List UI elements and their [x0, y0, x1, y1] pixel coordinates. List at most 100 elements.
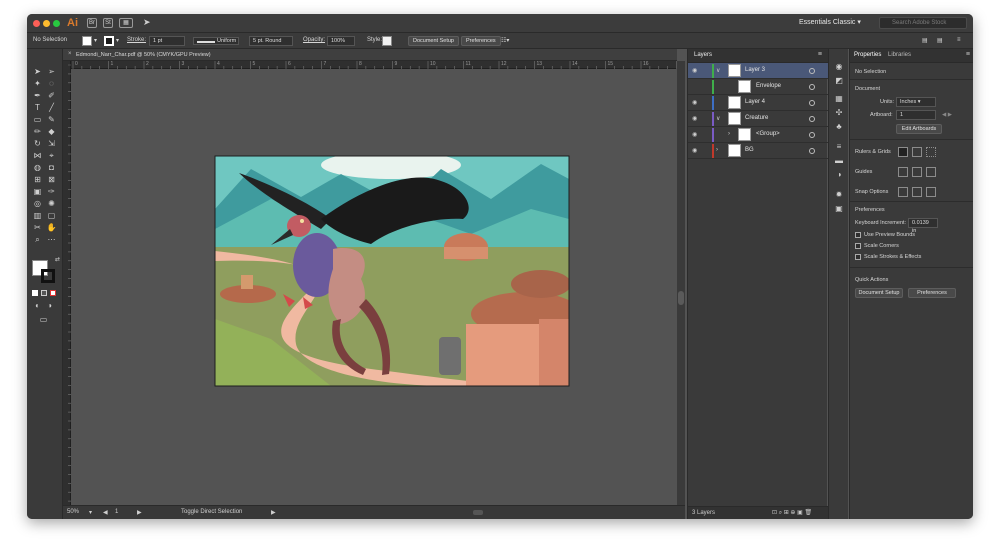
stock-icon[interactable]: St: [103, 18, 113, 28]
previous-artboard-icon[interactable]: ◀: [103, 509, 108, 516]
minimize-window-button[interactable]: [43, 20, 50, 27]
close-tab-icon[interactable]: ×: [68, 51, 72, 57]
canvas-area[interactable]: [71, 69, 677, 505]
edit-artboards-button[interactable]: Edit Artboards: [896, 124, 942, 134]
vertical-scrollbar[interactable]: [677, 61, 685, 505]
width-tool-icon[interactable]: ⋈: [32, 151, 43, 161]
send-icon[interactable]: ➤: [143, 17, 151, 28]
visibility-eye-icon[interactable]: ◉: [692, 67, 697, 74]
hand-tool-icon[interactable]: ✋: [46, 223, 57, 233]
arrange-icon[interactable]: ▤: [922, 37, 928, 44]
free-transform-tool-icon[interactable]: ⌖: [46, 151, 57, 161]
color-guide-icon[interactable]: ◩: [834, 77, 844, 85]
visibility-eye-icon[interactable]: ◉: [692, 115, 697, 122]
expand-chevron-icon[interactable]: ∨: [716, 67, 720, 74]
expand-chevron-icon[interactable]: ∨: [716, 115, 720, 122]
artboard-nav-icons[interactable]: ◀ ▶: [942, 112, 952, 118]
stock-search-input[interactable]: Search Adobe Stock: [879, 17, 967, 29]
lasso-tool-icon[interactable]: ◌: [46, 79, 57, 89]
rulers-icon[interactable]: [898, 147, 908, 157]
type-tool-icon[interactable]: T: [32, 103, 43, 113]
color-mode-icon[interactable]: [32, 290, 38, 296]
shape-builder-tool-icon[interactable]: ◍: [32, 163, 43, 173]
selection-tool-icon[interactable]: ➤: [32, 67, 43, 77]
edit-toolbar-icon[interactable]: ⋯: [46, 235, 57, 245]
document-tab[interactable]: × Edmondi_Narr_Char.pdf @ 50% (CMYK/GPU …: [63, 49, 677, 61]
artboard[interactable]: [71, 69, 677, 505]
artboard-tool-icon[interactable]: ▢: [46, 211, 57, 221]
next-artboard-icon[interactable]: ▶: [137, 509, 142, 516]
fill-dropdown-icon[interactable]: ▾: [94, 37, 97, 44]
visibility-eye-icon[interactable]: ◉: [692, 131, 697, 138]
layer-name[interactable]: Creature: [745, 115, 768, 121]
properties-menu-icon[interactable]: ≡: [966, 51, 970, 58]
layers-tab[interactable]: Layers: [694, 52, 712, 58]
target-circle-icon[interactable]: [809, 68, 815, 74]
rectangle-tool-icon[interactable]: ▭: [32, 115, 43, 125]
eyedropper-tool-icon[interactable]: ✑: [46, 187, 57, 197]
appearance-icon[interactable]: ✹: [834, 191, 844, 199]
variable-width-profile[interactable]: Uniform: [193, 37, 239, 45]
units-select[interactable]: Inches ▾: [896, 97, 936, 107]
transparency-icon[interactable]: ◑: [834, 171, 844, 179]
rotate-tool-icon[interactable]: ↻: [32, 139, 43, 149]
show-guides-icon[interactable]: [898, 167, 908, 177]
zoom-level[interactable]: 50%: [67, 509, 79, 515]
transparency-grid-icon[interactable]: [926, 147, 936, 157]
scale-corners-checkbox[interactable]: [855, 243, 861, 249]
control-menu-icon[interactable]: ≡: [957, 37, 961, 43]
snap-point-icon[interactable]: [898, 187, 908, 197]
paintbrush-tool-icon[interactable]: ✎: [46, 115, 57, 125]
stroke-swatch[interactable]: [104, 36, 114, 46]
status-menu-icon[interactable]: ▶: [271, 509, 276, 516]
blend-tool-icon[interactable]: ◎: [32, 199, 43, 209]
layer-name[interactable]: Layer 4: [745, 99, 765, 105]
keyboard-increment-field[interactable]: 0.0139 in: [908, 218, 938, 234]
none-mode-icon[interactable]: [50, 290, 56, 296]
graphic-styles-icon[interactable]: ▣: [834, 205, 844, 213]
opacity-label[interactable]: Opacity:: [303, 37, 325, 43]
layer-row[interactable]: ◉ Layer 4: [688, 95, 828, 111]
target-circle-icon[interactable]: [809, 84, 815, 90]
scale-tool-icon[interactable]: ⇲: [46, 139, 57, 149]
layer-row[interactable]: ◉ ∨ Layer 3: [688, 63, 828, 79]
scale-strokes-checkbox[interactable]: [855, 254, 861, 260]
snap-pixel-icon[interactable]: [912, 187, 922, 197]
arrange-documents-icon[interactable]: ▦: [119, 18, 133, 28]
stroke-panel-icon[interactable]: ≡: [834, 143, 844, 151]
direct-selection-tool-icon[interactable]: ➢: [46, 67, 57, 77]
zoom-tool-icon[interactable]: ⌕: [32, 235, 43, 245]
draw-behind-icon[interactable]: ◑: [44, 301, 55, 311]
layer-name[interactable]: BG: [745, 147, 754, 153]
gradient-tool-icon[interactable]: ▣: [32, 187, 43, 197]
artboard-number[interactable]: 1: [115, 509, 118, 515]
swatches-icon[interactable]: ▦: [834, 95, 844, 103]
color-panel-icon[interactable]: ◉: [834, 63, 844, 71]
snap-glyph-icon[interactable]: [926, 187, 936, 197]
column-graph-tool-icon[interactable]: ▥: [32, 211, 43, 221]
stroke-dropdown-icon[interactable]: ▾: [116, 37, 119, 44]
symbol-sprayer-tool-icon[interactable]: ✺: [46, 199, 57, 209]
tab-libraries[interactable]: Libraries: [888, 52, 911, 58]
gradient-mode-icon[interactable]: [41, 290, 47, 296]
eraser-tool-icon[interactable]: ◆: [46, 127, 57, 137]
screen-mode-icon[interactable]: ▭: [38, 315, 49, 325]
layer-actions-icons[interactable]: ⊡ ⌕ ⊞ ⊕ ▣ 🗑: [772, 509, 812, 517]
artboard-select[interactable]: 1: [896, 110, 936, 120]
vertical-ruler[interactable]: [63, 61, 71, 505]
stroke-weight-field[interactable]: 1 pt: [149, 36, 185, 46]
mesh-tool-icon[interactable]: ⊠: [46, 175, 57, 185]
visibility-eye-icon[interactable]: ◉: [692, 147, 697, 154]
fill-swatch[interactable]: [82, 36, 92, 46]
expand-chevron-icon[interactable]: ›: [716, 147, 718, 153]
layer-name[interactable]: <Group>: [756, 131, 780, 137]
perspective-grid-tool-icon[interactable]: ⊞: [32, 175, 43, 185]
target-circle-icon[interactable]: [809, 148, 815, 154]
preferences-button[interactable]: Preferences: [461, 36, 501, 46]
shaper-tool-icon[interactable]: ✏: [32, 127, 43, 137]
zoom-window-button[interactable]: [53, 20, 60, 27]
qa-preferences-button[interactable]: Preferences: [908, 288, 956, 298]
curvature-tool-icon[interactable]: ✐: [46, 91, 57, 101]
live-paint-tool-icon[interactable]: ◘: [46, 163, 57, 173]
swap-fill-stroke-icon[interactable]: ⇄: [52, 255, 63, 265]
